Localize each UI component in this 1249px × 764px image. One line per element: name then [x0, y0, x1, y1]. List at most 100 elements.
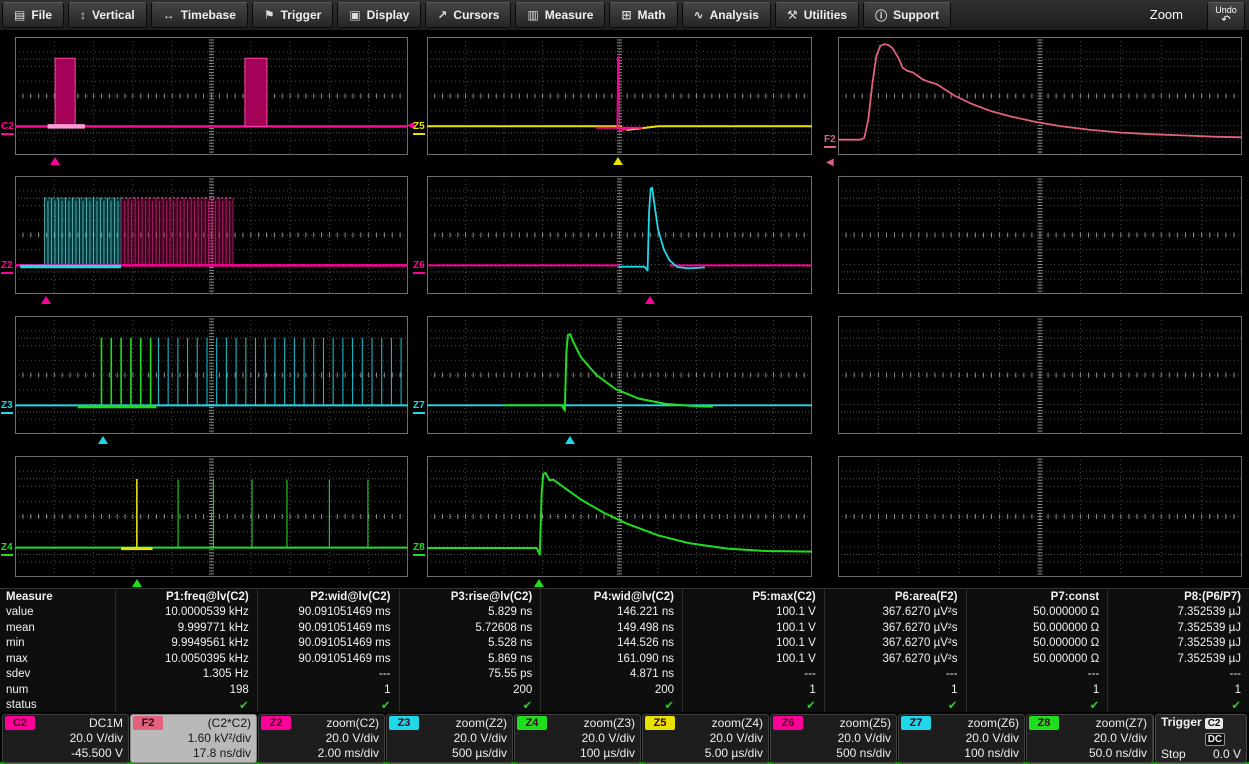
- measure-value-p8-max: 7.352539 µJ: [1107, 651, 1249, 667]
- trigger-position-marker-c2[interactable]: [50, 157, 60, 165]
- trace-label-z5[interactable]: Z5: [413, 122, 425, 135]
- trace-tab-z8[interactable]: Z8: [1029, 716, 1059, 730]
- trace-tab-c2[interactable]: C2: [5, 716, 35, 730]
- trace-tab-f2[interactable]: F2: [133, 716, 163, 730]
- trace-label-c2[interactable]: C2: [1, 122, 14, 135]
- trigger-position-marker-z3[interactable]: [98, 436, 108, 444]
- menu-button-support[interactable]: ⓘSupport: [863, 2, 951, 28]
- trace-box-z5[interactable]: Z5zoom(Z4)20.0 V/div5.00 µs/div: [642, 714, 769, 763]
- trace-label-text: Z8: [413, 543, 425, 556]
- measure-col-header-p7: P7:const: [966, 589, 1108, 605]
- trace-box-z3[interactable]: Z3zoom(Z2)20.0 V/div500 µs/div: [386, 714, 513, 763]
- trace-f2-line3: 17.8 ns/div: [193, 746, 251, 761]
- trace-z2-line2: 20.0 V/div: [326, 731, 379, 746]
- grid-z4[interactable]: [15, 456, 408, 577]
- trace-label-text: Z6: [413, 261, 425, 274]
- measure-value-p1-min: 9.9949561 kHz: [115, 636, 257, 652]
- trigger-level: 0.0 V: [1213, 747, 1241, 762]
- trigger-position-marker-z8[interactable]: [534, 579, 544, 587]
- measure-value-p1-mean: 9.999771 kHz: [115, 620, 257, 636]
- analysis-icon: ∿: [694, 8, 704, 22]
- measure-value-p5-num: 1: [682, 682, 824, 698]
- grid-empty[interactable]: [838, 316, 1242, 434]
- menu-button-display[interactable]: ▣Display: [337, 2, 421, 28]
- trace-label-z8[interactable]: Z8: [413, 543, 425, 556]
- trace-tab-z6[interactable]: Z6: [773, 716, 803, 730]
- trace-label-f2[interactable]: F2: [824, 135, 836, 148]
- menu-button-math[interactable]: ⊞Math: [609, 2, 677, 28]
- trace-label-text: Z4: [1, 543, 13, 556]
- trace-tab-z2[interactable]: Z2: [261, 716, 291, 730]
- trace-box-z6[interactable]: Z6zoom(Z5)20.0 V/div500 ns/div: [770, 714, 897, 763]
- trace-box-z8[interactable]: Z8zoom(Z7)20.0 V/div50.0 ns/div: [1026, 714, 1153, 763]
- measure-value-p3-value: 5.829 ns: [399, 605, 541, 621]
- measure-value-p4-mean: 149.498 ns: [540, 620, 682, 636]
- trace-tab-z3[interactable]: Z3: [389, 716, 419, 730]
- menu-button-analysis[interactable]: ∿Analysis: [682, 2, 771, 28]
- trace-label-z6[interactable]: Z6: [413, 261, 425, 274]
- measure-col-header-p3: P3:rise@lv(C2): [399, 589, 541, 605]
- menu-button-utilities[interactable]: ⚒Utilities: [775, 2, 859, 28]
- measure-row-label-max: max: [0, 651, 115, 667]
- support-icon: ⓘ: [875, 7, 887, 24]
- grid-empty[interactable]: [838, 456, 1242, 577]
- undo-button[interactable]: Undo ↶: [1207, 2, 1245, 32]
- trigger-position-marker-z5[interactable]: [613, 157, 623, 165]
- grid-z3[interactable]: [15, 316, 408, 434]
- trace-box-f2[interactable]: F2(C2*C2)1.60 kV²/div17.8 ns/div: [130, 714, 257, 763]
- grid-z7[interactable]: [427, 316, 812, 434]
- trace-label-text: Z3: [1, 401, 13, 414]
- menu-button-file[interactable]: ▤File: [2, 2, 64, 28]
- trigger-position-marker-z4[interactable]: [132, 579, 142, 587]
- grid-z5[interactable]: [427, 37, 812, 155]
- trigger-source-badge: C2: [1205, 718, 1224, 729]
- trigger-position-marker-z2[interactable]: [41, 296, 51, 304]
- menu-button-vertical[interactable]: ↕Vertical: [68, 2, 147, 28]
- trace-box-z4[interactable]: Z4zoom(Z3)20.0 V/div100 µs/div: [514, 714, 641, 763]
- trace-c2-line1: DC1M: [89, 716, 123, 731]
- grid-f2[interactable]: [838, 37, 1242, 155]
- trace-tab-z4[interactable]: Z4: [517, 716, 547, 730]
- grid-c2[interactable]: [15, 37, 408, 155]
- menu-button-cursors[interactable]: ↗Cursors: [425, 2, 511, 28]
- trace-tab-z5[interactable]: Z5: [645, 716, 675, 730]
- measure-status-p6: ✔: [824, 698, 966, 714]
- trace-label-z7[interactable]: Z7: [413, 401, 425, 414]
- grid-z8[interactable]: [427, 456, 812, 577]
- trace-label-z3[interactable]: Z3: [1, 401, 13, 414]
- trace-box-c2[interactable]: C2DC1M20.0 V/div-45.500 V: [2, 714, 129, 763]
- trigger-position-marker-z7[interactable]: [565, 436, 575, 444]
- offscreen-trigger-arrow[interactable]: ◀: [826, 158, 834, 168]
- trace-z2-line1: zoom(C2): [326, 716, 379, 731]
- trace-label-z4[interactable]: Z4: [1, 543, 13, 556]
- grid-z6[interactable]: [427, 176, 812, 294]
- measure-value-p7-num: 1: [966, 682, 1108, 698]
- trace-z7-line2: 20.0 V/div: [966, 731, 1019, 746]
- measure-value-p6-sdev: ---: [824, 667, 966, 683]
- menu-button-timebase[interactable]: ↔Timebase: [151, 2, 248, 28]
- measure-value-p5-min: 100.1 V: [682, 636, 824, 652]
- measure-value-p4-num: 200: [540, 682, 682, 698]
- measure-row-label-status: status: [0, 698, 115, 714]
- grid-z2[interactable]: [15, 176, 408, 294]
- trace-tab-z7[interactable]: Z7: [901, 716, 931, 730]
- measure-status-p1: ✔: [115, 698, 257, 714]
- measure-col-header-p5: P5:max(C2): [682, 589, 824, 605]
- measure-value-p6-min: 367.6270 µV²s: [824, 636, 966, 652]
- grid-empty[interactable]: [838, 176, 1242, 294]
- measure-value-p8-num: 1: [1107, 682, 1249, 698]
- trigger-position-marker-z6[interactable]: [645, 296, 655, 304]
- menu-label: File: [31, 8, 52, 22]
- trigger-descriptor-box[interactable]: Trigger C2 DC Stop 0.0 V Edge Positive: [1155, 714, 1247, 763]
- trace-box-z2[interactable]: Z2zoom(C2)20.0 V/div2.00 ms/div: [258, 714, 385, 763]
- trace-box-z7[interactable]: Z7zoom(Z6)20.0 V/div100 ns/div: [898, 714, 1025, 763]
- trigger-icon: ⚑: [264, 8, 275, 22]
- trace-label-z2[interactable]: Z2: [1, 261, 13, 274]
- menu-button-measure[interactable]: ▥Measure: [515, 2, 605, 28]
- measure-status-p5: ✔: [682, 698, 824, 714]
- trace-z3-line1: zoom(Z2): [456, 716, 507, 731]
- trigger-coupling-badge: DC: [1205, 733, 1225, 746]
- menu-button-trigger[interactable]: ⚑Trigger: [252, 2, 333, 28]
- trigger-label: Trigger: [1161, 715, 1202, 747]
- trace-z6-line3: 500 ns/div: [836, 746, 891, 761]
